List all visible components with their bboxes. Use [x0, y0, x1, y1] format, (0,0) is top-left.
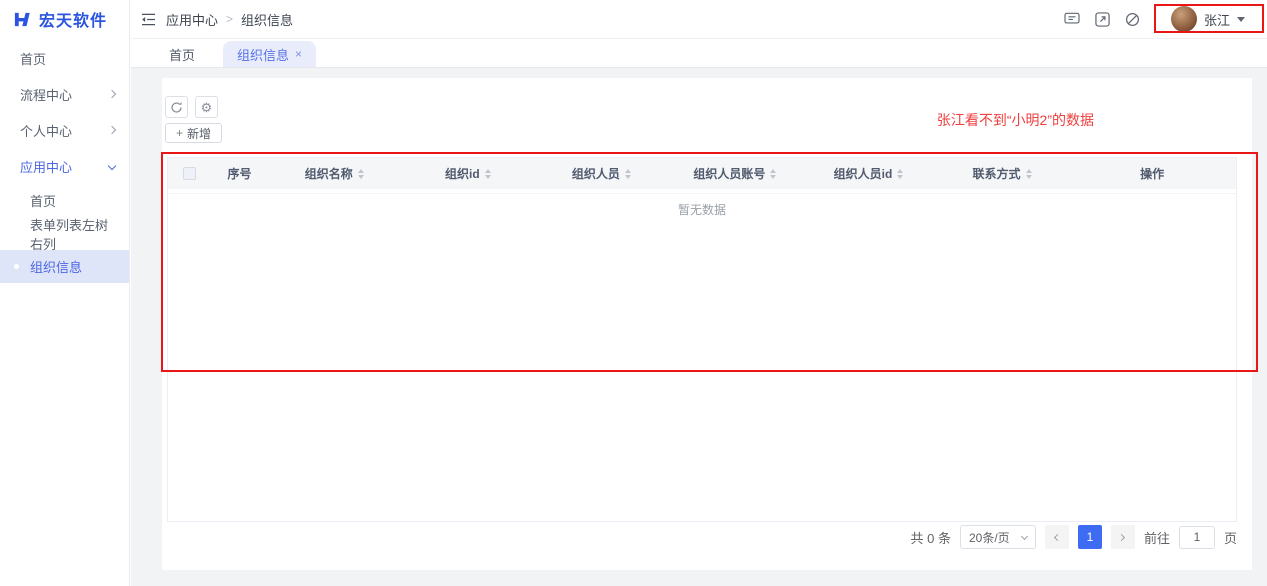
- sort-icon: [624, 168, 631, 179]
- breadcrumb-page[interactable]: 组织信息: [241, 10, 293, 29]
- chevron-left-icon: [1054, 533, 1062, 541]
- sidebar-item-app-center[interactable]: 应用中心: [0, 148, 129, 184]
- sort-icon: [1025, 168, 1032, 179]
- chevron-down-icon: [1020, 532, 1029, 540]
- brand-logo-icon: [14, 12, 30, 26]
- content-card: ⚙ + 新增 张江看不到“小明2”的数据 序号 组织名称 组织id 组织人员 组…: [162, 78, 1252, 570]
- settings-button[interactable]: ⚙: [195, 96, 218, 118]
- goto-unit-label: 页: [1223, 530, 1237, 546]
- org-table: 序号 组织名称 组织id 组织人员 组织人员账号 组织人员id 联系方式 操作 …: [167, 157, 1237, 522]
- table-header-contact[interactable]: 联系方式: [936, 158, 1070, 189]
- user-menu[interactable]: 张江: [1170, 6, 1249, 32]
- table-empty-divider: [168, 193, 1236, 194]
- pagination: 共 0 条 20条/页 1 前往 页: [910, 525, 1237, 549]
- plus-icon: +: [176, 126, 184, 140]
- topbar: 应用中心 > 组织信息 张江: [131, 0, 1267, 39]
- tab-home[interactable]: 首页: [155, 41, 209, 67]
- divider: [1154, 12, 1156, 26]
- sort-icon: [770, 168, 777, 179]
- page-size-select[interactable]: 20条/页: [959, 525, 1036, 549]
- breadcrumb-separator: >: [226, 12, 234, 26]
- prev-page-button[interactable]: [1044, 525, 1069, 549]
- chevron-right-icon: [1118, 533, 1126, 541]
- sort-icon: [484, 168, 491, 179]
- breadcrumb: 应用中心 > 组织信息: [166, 10, 293, 29]
- active-dot-icon: [14, 264, 19, 269]
- pagination-total: 共 0 条: [910, 530, 951, 546]
- sidebar-item-process-center[interactable]: 流程中心: [0, 76, 129, 112]
- brand-logo[interactable]: 宏天软件: [0, 0, 129, 38]
- sort-icon: [357, 168, 364, 179]
- tabbar: 首页 组织信息 ×: [131, 39, 1267, 68]
- chevron-down-icon: [107, 161, 117, 171]
- chevron-right-icon: [107, 125, 117, 135]
- comment-icon[interactable]: [1064, 12, 1080, 26]
- close-icon[interactable]: ×: [295, 48, 302, 60]
- sidebar: 宏天软件 首页 流程中心 个人中心 应用中心 首页 表单列表左树右列 组织信息: [0, 0, 130, 586]
- avatar: [1170, 6, 1197, 32]
- goto-page-input[interactable]: [1178, 525, 1215, 549]
- caret-down-icon: [1237, 16, 1245, 22]
- app-root: 宏天软件 首页 流程中心 个人中心 应用中心 首页 表单列表左树右列 组织信息 …: [0, 0, 1267, 586]
- refresh-button[interactable]: [165, 96, 188, 118]
- sidebar-item-home[interactable]: 首页: [0, 40, 129, 76]
- table-header-member-account[interactable]: 组织人员账号: [669, 158, 803, 189]
- table-header-member-id[interactable]: 组织人员id: [802, 158, 936, 189]
- add-button[interactable]: + 新增: [165, 123, 223, 143]
- table-header-org-member[interactable]: 组织人员: [535, 158, 669, 189]
- ban-icon[interactable]: [1125, 12, 1140, 27]
- sidebar-item-personal-center[interactable]: 个人中心: [0, 112, 129, 148]
- tab-org-info[interactable]: 组织信息 ×: [223, 41, 317, 67]
- sidebar-nav: 首页 流程中心 个人中心 应用中心 首页 表单列表左树右列 组织信息: [0, 38, 129, 283]
- chevron-right-icon: [107, 89, 117, 99]
- gear-icon: ⚙: [200, 99, 213, 115]
- table-header-index: 序号: [212, 158, 268, 189]
- refresh-icon: [171, 101, 182, 113]
- table-header-org-name[interactable]: 组织名称: [268, 158, 402, 189]
- next-page-button[interactable]: [1110, 525, 1135, 549]
- sidebar-subitem-form-list[interactable]: 表单列表左树右列: [0, 217, 129, 252]
- menu-fold-icon[interactable]: [141, 13, 156, 26]
- content-area: ⚙ + 新增 张江看不到“小明2”的数据 序号 组织名称 组织id 组织人员 组…: [131, 68, 1267, 586]
- table-header-row: 序号 组织名称 组织id 组织人员 组织人员账号 组织人员id 联系方式 操作: [168, 158, 1236, 189]
- breadcrumb-section[interactable]: 应用中心: [166, 10, 218, 29]
- annotation-text: 张江看不到“小明2”的数据: [936, 112, 1094, 128]
- user-name: 张江: [1203, 12, 1230, 28]
- sort-icon: [897, 168, 904, 179]
- select-all-checkbox[interactable]: [183, 167, 196, 180]
- goto-label: 前往: [1143, 530, 1170, 546]
- sidebar-subitem-home[interactable]: 首页: [0, 184, 129, 217]
- table-toolbar: ⚙: [165, 96, 218, 118]
- table-empty-text: 暂无数据: [677, 203, 726, 217]
- table-header-checkbox-cell: [168, 158, 212, 189]
- sidebar-subitem-org-info[interactable]: 组织信息: [0, 250, 129, 283]
- brand-name: 宏天软件: [39, 13, 108, 30]
- main-area: 应用中心 > 组织信息 张江 首页 组织信息 × ⚙ + 新增 张江看不到“小明…: [131, 0, 1267, 586]
- page-number-1[interactable]: 1: [1077, 525, 1102, 549]
- fullscreen-icon[interactable]: [1095, 11, 1110, 27]
- table-header-actions: 操作: [1069, 158, 1236, 189]
- table-header-org-id[interactable]: 组织id: [402, 158, 536, 189]
